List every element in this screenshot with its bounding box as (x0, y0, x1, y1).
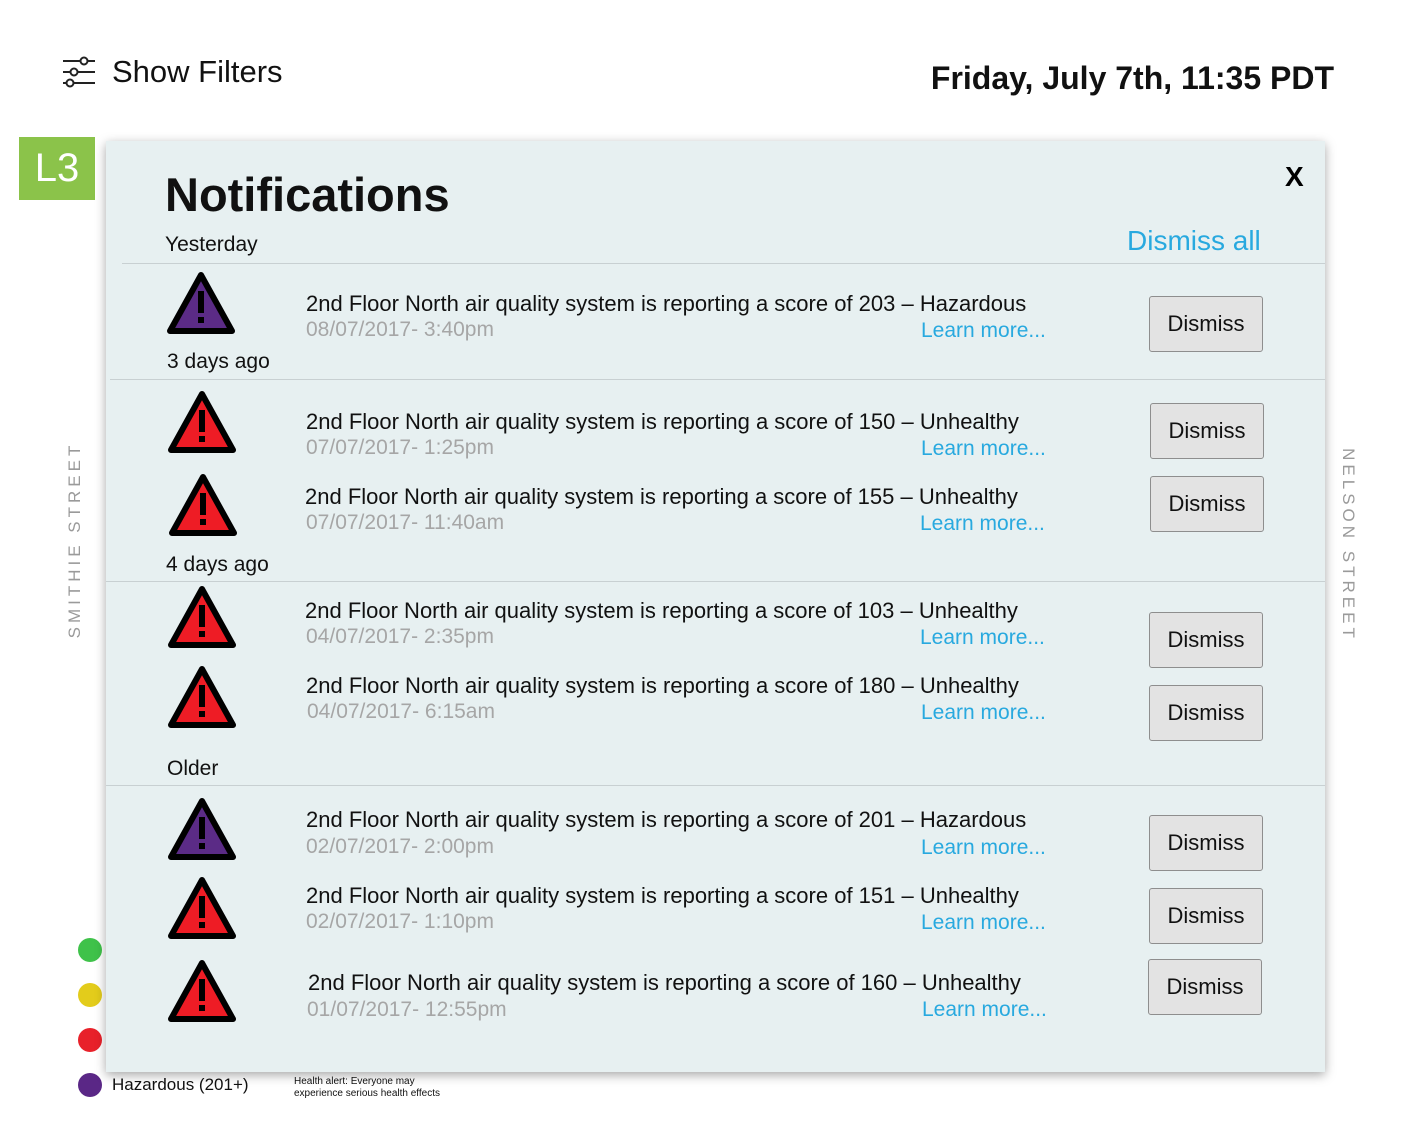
divider (106, 581, 1325, 582)
notification-message: 2nd Floor North air quality system is re… (306, 291, 1027, 316)
notification-message: 2nd Floor North air quality system is re… (308, 970, 1021, 995)
learn-more-link[interactable]: Learn more... (921, 911, 1046, 935)
group-label-older: Older (167, 757, 219, 780)
dismiss-button[interactable]: Dismiss (1150, 476, 1264, 532)
dismiss-button[interactable]: Dismiss (1149, 888, 1263, 944)
learn-more-link[interactable]: Learn more... (921, 836, 1046, 860)
warning-triangle-icon (168, 391, 236, 453)
divider (106, 785, 1325, 786)
show-filters-button[interactable]: Show Filters (62, 54, 283, 90)
panel-title: Notifications (165, 168, 450, 221)
warning-triangle-icon (168, 586, 236, 648)
notifications-panel: Notifications X Dismiss all Yesterday 3 … (106, 141, 1325, 1072)
notification-timestamp: 04/07/2017- 6:15am (307, 700, 495, 723)
filter-sliders-icon (62, 55, 96, 89)
group-label-3-days-ago: 3 days ago (167, 350, 270, 373)
notification-timestamp: 04/07/2017- 2:35pm (306, 625, 494, 648)
street-label-right: NELSON STREET (1339, 448, 1358, 642)
notification-message: 2nd Floor North air quality system is re… (306, 883, 1019, 908)
group-label-4-days-ago: 4 days ago (166, 553, 269, 576)
notification-timestamp: 08/07/2017- 3:40pm (306, 318, 494, 341)
notification-timestamp: 02/07/2017- 2:00pm (306, 835, 494, 858)
divider (122, 263, 1325, 264)
warning-triangle-icon (168, 798, 236, 860)
group-label-yesterday: Yesterday (165, 233, 258, 256)
warning-triangle-icon (169, 474, 237, 536)
warning-triangle-icon (168, 877, 236, 939)
legend-hazardous-description: Health alert: Everyone may experience se… (294, 1076, 441, 1099)
warning-triangle-icon (167, 272, 235, 334)
dismiss-button[interactable]: Dismiss (1149, 612, 1263, 668)
notification-timestamp: 01/07/2017- 12:55pm (307, 998, 507, 1021)
street-label-left: SMITHIE STREET (65, 441, 84, 639)
learn-more-link[interactable]: Learn more... (920, 512, 1045, 536)
notification-timestamp: 07/07/2017- 1:25pm (306, 436, 494, 459)
notification-message: 2nd Floor North air quality system is re… (305, 598, 1018, 623)
notification-message: 2nd Floor North air quality system is re… (306, 673, 1019, 698)
legend-dot-good (78, 938, 102, 962)
learn-more-link[interactable]: Learn more... (922, 998, 1047, 1022)
legend-dot-unhealthy (78, 1028, 102, 1052)
show-filters-label: Show Filters (112, 54, 283, 89)
dismiss-button[interactable]: Dismiss (1149, 685, 1263, 741)
warning-triangle-icon (168, 960, 236, 1022)
legend-hazardous-label: Hazardous (201+) (112, 1075, 249, 1094)
notification-message: 2nd Floor North air quality system is re… (306, 807, 1027, 832)
notification-message: 2nd Floor North air quality system is re… (306, 409, 1019, 434)
divider (110, 379, 1325, 380)
legend-dot-hazardous (78, 1073, 102, 1097)
learn-more-link[interactable]: Learn more... (920, 626, 1045, 650)
close-button[interactable]: X (1285, 161, 1304, 193)
dismiss-button[interactable]: Dismiss (1148, 959, 1262, 1015)
level-badge: L3 (19, 137, 95, 200)
dismiss-all-link[interactable]: Dismiss all (1127, 225, 1261, 257)
notification-timestamp: 07/07/2017- 11:40am (306, 511, 505, 534)
learn-more-link[interactable]: Learn more... (921, 437, 1046, 461)
dismiss-button[interactable]: Dismiss (1149, 296, 1263, 352)
warning-triangle-icon (168, 666, 236, 728)
learn-more-link[interactable]: Learn more... (921, 319, 1046, 343)
notification-message: 2nd Floor North air quality system is re… (305, 484, 1018, 509)
learn-more-link[interactable]: Learn more... (921, 701, 1046, 725)
legend-dot-moderate (78, 983, 102, 1007)
notification-timestamp: 02/07/2017- 1:10pm (306, 910, 494, 933)
dismiss-button[interactable]: Dismiss (1150, 403, 1264, 459)
current-datetime: Friday, July 7th, 11:35 PDT (930, 60, 1334, 96)
dismiss-button[interactable]: Dismiss (1149, 815, 1263, 871)
